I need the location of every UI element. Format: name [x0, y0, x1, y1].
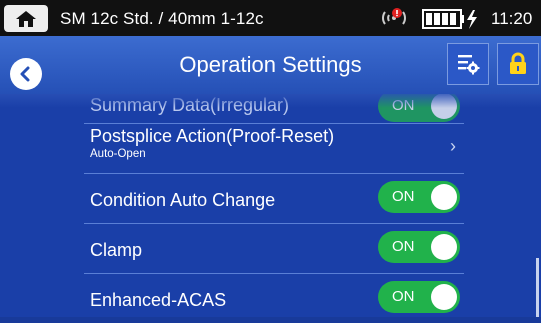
status-title: SM 12c Std. / 40mm 1-12c — [60, 9, 264, 28]
settings-list[interactable]: Summary Data(Irregular) ON Postsplice Ac… — [0, 94, 541, 323]
list-item-enhanced-acas[interactable]: Enhanced-ACAS ON — [84, 274, 464, 323]
toggle-state-label: ON — [392, 188, 415, 205]
wifi-alert-icon — [382, 8, 406, 25]
chevron-right-icon: › — [450, 136, 456, 156]
toggle-knob — [431, 94, 457, 119]
toggle-switch[interactable]: ON — [378, 231, 460, 263]
settings-button[interactable] — [447, 43, 489, 85]
lock-icon — [510, 52, 526, 74]
toggle-knob — [431, 184, 457, 210]
toggle-switch[interactable]: ON — [378, 281, 460, 313]
bottom-edge — [0, 317, 541, 323]
list-item-summary-data[interactable]: Summary Data(Irregular) ON — [84, 94, 464, 124]
toggle-state-label: ON — [392, 238, 415, 255]
status-time: 11:20 — [491, 9, 533, 28]
toggle-state-label: ON — [392, 288, 415, 305]
list-item-sublabel: Auto-Open — [90, 148, 146, 160]
status-bar: SM 12c Std. / 40mm 1-12c 11:20 — [0, 0, 541, 36]
home-icon — [16, 10, 36, 27]
toggle-knob — [431, 234, 457, 260]
toggle-switch[interactable]: ON — [378, 94, 460, 122]
battery-charging-icon — [422, 9, 477, 29]
list-item-label: Summary Data(Irregular) — [90, 95, 290, 115]
list-item-clamp[interactable]: Clamp ON — [84, 224, 464, 274]
list-item-label: Condition Auto Change — [90, 190, 276, 210]
home-button[interactable] — [4, 5, 48, 32]
header-bar: Operation Settings — [0, 36, 541, 94]
list-item-label: Clamp — [90, 240, 143, 260]
toggle-switch[interactable]: ON — [378, 181, 460, 213]
scrollbar[interactable] — [536, 258, 539, 318]
toggle-state-label: ON — [392, 97, 415, 114]
toggle-knob — [431, 284, 457, 310]
list-item-condition-auto-change[interactable]: Condition Auto Change ON — [84, 174, 464, 224]
list-item-label: Postsplice Action(Proof-Reset) — [90, 126, 335, 146]
list-item-postsplice-action[interactable]: Postsplice Action(Proof-Reset) Auto-Open… — [84, 124, 464, 174]
settings-sliders-icon — [458, 55, 480, 75]
lock-button[interactable] — [497, 43, 539, 85]
list-item-label: Enhanced-ACAS — [90, 290, 227, 310]
